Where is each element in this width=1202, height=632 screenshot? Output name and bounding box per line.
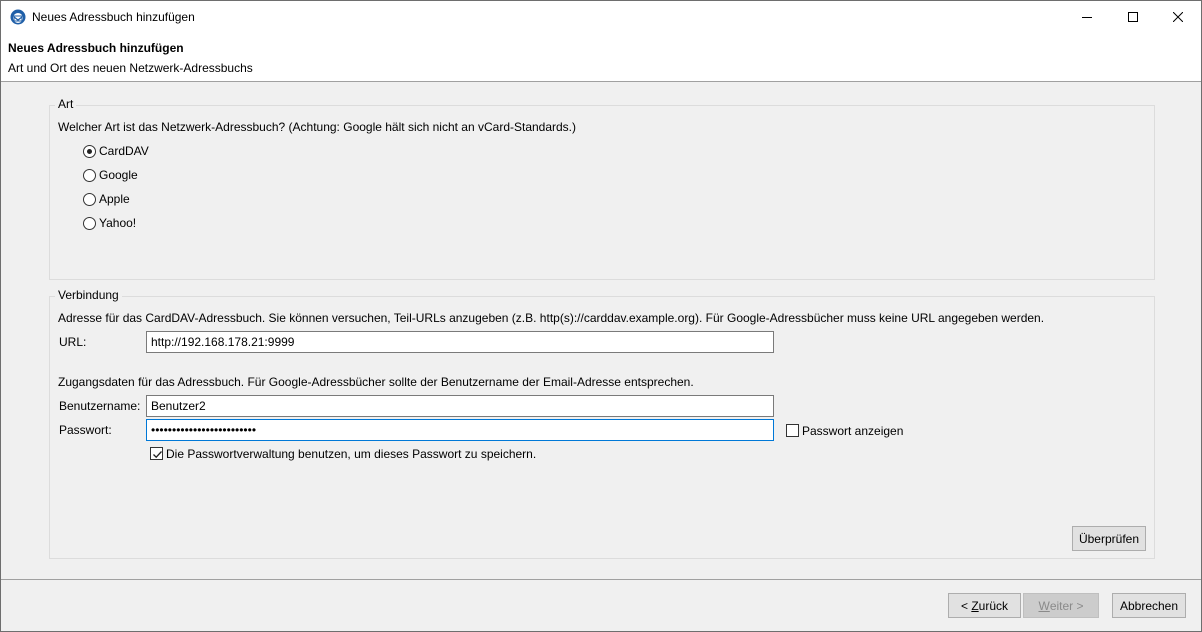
username-label: Benutzername: bbox=[59, 399, 141, 413]
next-button-rest: eiter > bbox=[1049, 598, 1084, 613]
password-input[interactable]: ••••••••••••••••••••••••• bbox=[146, 419, 774, 441]
next-button[interactable]: Weiter > bbox=[1023, 593, 1099, 618]
password-label: Passwort: bbox=[59, 423, 112, 437]
type-question: Welcher Art ist das Netzwerk-Adressbuch?… bbox=[58, 120, 577, 134]
verify-button[interactable]: Überprüfen bbox=[1072, 526, 1146, 551]
thunderbird-app-icon bbox=[10, 9, 26, 25]
maximize-icon bbox=[1128, 11, 1138, 22]
close-icon bbox=[1173, 11, 1183, 22]
radio-yahoo[interactable] bbox=[83, 217, 96, 230]
back-button-rest: urück bbox=[978, 598, 1009, 613]
url-input[interactable]: http://192.168.178.21:9999 bbox=[146, 331, 774, 353]
footer-separator bbox=[1, 579, 1201, 580]
back-button-mnemonic: Z bbox=[971, 598, 979, 613]
radio-carddav[interactable] bbox=[83, 145, 96, 158]
maximize-button[interactable] bbox=[1110, 1, 1156, 32]
wizard-page-title: Neues Adressbuch hinzufügen bbox=[8, 41, 184, 55]
next-button-mnemonic: W bbox=[1038, 598, 1050, 613]
radio-apple-label[interactable]: Apple bbox=[99, 192, 130, 206]
minimize-button[interactable] bbox=[1064, 1, 1110, 32]
url-label: URL: bbox=[59, 335, 87, 349]
wizard-header: Neues Adressbuch hinzufügen Art und Ort … bbox=[1, 32, 1201, 82]
type-group-label: Art bbox=[55, 97, 77, 111]
radio-google-label[interactable]: Google bbox=[99, 168, 138, 182]
back-button-prefix: < bbox=[960, 598, 972, 613]
radio-google[interactable] bbox=[83, 169, 96, 182]
address-hint: Adresse für das CardDAV-Adressbuch. Sie … bbox=[58, 311, 1045, 325]
title-bar[interactable]: Neues Adressbuch hinzufügen bbox=[1, 1, 1201, 32]
credentials-hint: Zugangsdaten für das Adressbuch. Für Goo… bbox=[58, 375, 694, 389]
password-manager-checkbox[interactable] bbox=[150, 447, 163, 460]
dialog-window: Neues Adressbuch hinzufügen Neues Adress… bbox=[0, 0, 1202, 632]
wizard-page-subtitle: Art und Ort des neuen Netzwerk-Adressbuc… bbox=[8, 61, 253, 75]
cancel-button[interactable]: Abbrechen bbox=[1112, 593, 1186, 618]
back-button[interactable]: < Zurück bbox=[948, 593, 1021, 618]
close-button[interactable] bbox=[1155, 1, 1201, 32]
username-input[interactable]: Benutzer2 bbox=[146, 395, 774, 417]
password-manager-label[interactable]: Die Passwortverwaltung benutzen, um dies… bbox=[166, 447, 536, 461]
window-title: Neues Adressbuch hinzufügen bbox=[32, 10, 195, 24]
checkmark-icon bbox=[153, 451, 162, 459]
connection-group-label: Verbindung bbox=[55, 288, 122, 302]
show-password-checkbox[interactable] bbox=[786, 424, 799, 437]
radio-apple[interactable] bbox=[83, 193, 96, 206]
radio-carddav-label[interactable]: CardDAV bbox=[99, 144, 149, 158]
radio-yahoo-label[interactable]: Yahoo! bbox=[99, 216, 136, 230]
show-password-label[interactable]: Passwort anzeigen bbox=[802, 424, 903, 438]
minimize-icon bbox=[1082, 16, 1092, 18]
